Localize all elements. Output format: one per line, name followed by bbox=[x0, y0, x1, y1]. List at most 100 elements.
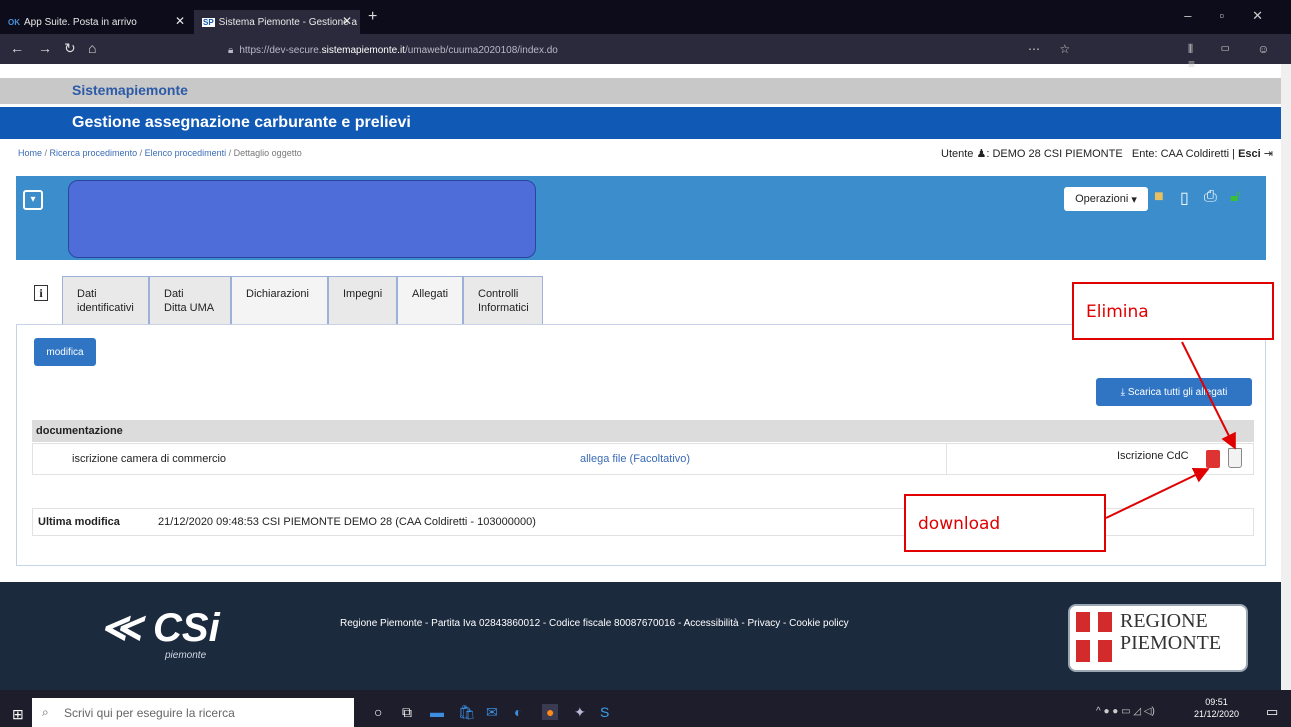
windows-start-icon[interactable]: ⊞ bbox=[12, 706, 24, 723]
doc-name: iscrizione camera di commercio bbox=[72, 453, 227, 465]
last-modified-label: Ultima modifica bbox=[38, 516, 120, 528]
document-icon[interactable]: ▯ bbox=[1180, 188, 1189, 208]
annotation-download: download bbox=[904, 494, 1106, 552]
user-label: Utente bbox=[941, 148, 974, 160]
clock-date: 21/12/2020 bbox=[1194, 709, 1240, 719]
download-all-label: Scarica tutti gli allegati bbox=[1127, 386, 1228, 398]
operations-dropdown[interactable]: Operazioni ▾ bbox=[1064, 187, 1148, 211]
tab-label: Dichiarazioni bbox=[246, 288, 309, 300]
last-modified-value: 21/12/2020 09:48:53 CSI PIEMONTE DEMO 28… bbox=[158, 516, 536, 528]
tab-label: Dati bbox=[164, 288, 184, 300]
regione-text: REGIONE PIEMONTE bbox=[1120, 610, 1221, 654]
mail-icon[interactable]: ✉ bbox=[486, 704, 498, 721]
modifica-button[interactable]: modifica bbox=[34, 338, 96, 366]
regione-flag-icon bbox=[1076, 612, 1112, 662]
lock-icon: 🔒︎ bbox=[228, 44, 234, 56]
print-icon[interactable]: ⎙ bbox=[1204, 188, 1217, 206]
system-tray-icons[interactable]: ^ ● ● ▭ ◿ ◁) bbox=[1096, 706, 1155, 717]
sp-favicon-icon: SP bbox=[202, 17, 215, 27]
firefox-icon[interactable]: ● bbox=[542, 704, 559, 720]
scrollbar[interactable] bbox=[1281, 64, 1291, 690]
back-icon[interactable]: ← bbox=[10, 40, 24, 56]
tab-dati-ditta-uma[interactable]: Dati Ditta UMA bbox=[149, 276, 231, 324]
edge-icon[interactable]: ◐ bbox=[514, 704, 522, 720]
clock-time: 09:51 bbox=[1205, 697, 1228, 707]
cortana-icon[interactable]: ○ bbox=[374, 704, 382, 720]
tab-label: Allegati bbox=[412, 288, 449, 300]
breadcrumb-ricerca[interactable]: Ricerca procedimento bbox=[50, 148, 138, 158]
url-domain: sistemapiemonte.it bbox=[321, 44, 405, 56]
new-tab-icon[interactable]: + bbox=[368, 8, 377, 26]
taskbar-clock[interactable]: 09:51 21/12/2020 bbox=[1194, 696, 1239, 720]
csi-logo: ≪ CSi bbox=[100, 605, 220, 651]
file-label: Iscrizione CdC bbox=[1117, 450, 1189, 462]
user-name: DEMO 28 CSI PIEMONTE bbox=[992, 148, 1123, 160]
brand-title[interactable]: Sistemapiemonte bbox=[72, 82, 188, 98]
notifications-icon[interactable]: ▭ bbox=[1266, 704, 1278, 720]
annotation-elimina: Elimina bbox=[1072, 282, 1274, 340]
regione-line2: PIEMONTE bbox=[1120, 632, 1222, 654]
pdf-icon[interactable] bbox=[1206, 450, 1220, 468]
breadcrumb: Home / Ricerca procedimento / Elenco pro… bbox=[18, 148, 302, 158]
window-controls[interactable]: –▫✕ bbox=[1184, 8, 1291, 24]
reload-icon[interactable]: ↻ bbox=[64, 40, 76, 57]
browser-tab-sistemapiemonte[interactable]: SP Sistema Piemonte - Gestione a ✕ bbox=[194, 10, 360, 34]
breadcrumb-home[interactable]: Home bbox=[18, 148, 42, 158]
app-icon[interactable]: ✦ bbox=[574, 704, 586, 721]
breadcrumb-current: Dettaglio oggetto bbox=[233, 148, 302, 158]
logout-link[interactable]: Esci bbox=[1238, 148, 1261, 160]
address-bar[interactable]: 🔒︎ https://dev-secure. sistemapiemonte.it… bbox=[228, 39, 798, 61]
tab-allegati[interactable]: Allegati bbox=[397, 276, 463, 324]
ente-label: Ente: bbox=[1131, 148, 1158, 160]
unlock-icon[interactable]: 🔓︎ bbox=[1230, 188, 1240, 206]
ente-name: CAA Coldiretti bbox=[1160, 148, 1230, 160]
close-icon[interactable]: ✕ bbox=[342, 14, 352, 28]
info-icon[interactable]: i bbox=[34, 285, 48, 301]
section-header: documentazione bbox=[32, 420, 1254, 442]
folder-icon[interactable]: ■ bbox=[1154, 188, 1164, 206]
browser-tab-mail[interactable]: OK App Suite. Posta in arrivo ✕ bbox=[0, 10, 193, 34]
url-path: /umaweb/cuuma2020108/index.do bbox=[404, 44, 558, 56]
home-icon[interactable]: ⌂ bbox=[88, 40, 96, 56]
mail-favicon-icon: OK bbox=[8, 17, 20, 27]
store-icon[interactable]: 🛍︎ bbox=[458, 704, 476, 721]
url-prefix: https://dev-secure. bbox=[239, 44, 322, 56]
tab-controlli-informatici[interactable]: Controlli Informatici bbox=[463, 276, 543, 324]
tab-dichiarazioni[interactable]: Dichiarazioni bbox=[231, 276, 328, 324]
page-actions-icon[interactable]: ⋯ ☆ bbox=[1028, 42, 1078, 56]
breadcrumb-elenco[interactable]: Elenco procedimenti bbox=[145, 148, 227, 158]
search-icon: ⌕ bbox=[42, 705, 49, 719]
trash-icon[interactable] bbox=[1228, 448, 1242, 468]
redacted-area bbox=[68, 180, 536, 258]
skype-icon[interactable]: S bbox=[600, 704, 609, 720]
download-icon: ⤓ bbox=[1120, 386, 1128, 398]
tab-label: Impegni bbox=[343, 288, 383, 300]
forward-icon[interactable]: → bbox=[38, 40, 52, 56]
tab-label: Controlli bbox=[478, 288, 519, 300]
user-info: Utente ♟: DEMO 28 CSI PIEMONTE Ente: CAA… bbox=[941, 148, 1273, 160]
divider bbox=[946, 443, 947, 475]
file-explorer-icon[interactable]: ▬ bbox=[430, 704, 444, 720]
tab-title: Sistema Piemonte - Gestione a bbox=[218, 16, 358, 28]
tab-impegni[interactable]: Impegni bbox=[328, 276, 397, 324]
tab-label: Ditta UMA bbox=[164, 302, 215, 314]
user-icon: ♟ bbox=[976, 148, 987, 160]
taskbar-search-input[interactable]: ⌕ Scrivi qui per eseguire la ricerca bbox=[32, 698, 354, 727]
tab-dati-identificativi[interactable]: Dati identificativi bbox=[62, 276, 149, 324]
toolbar-icons[interactable]: ⫴ ▭ ☺ ≡ bbox=[1188, 42, 1291, 71]
csi-arrow-icon: ≪ bbox=[100, 606, 142, 650]
footer-links[interactable]: Regione Piemonte - Partita Iva 028438600… bbox=[340, 618, 849, 629]
csi-subtitle: piemonte bbox=[165, 650, 207, 661]
regione-line1: REGIONE bbox=[1120, 610, 1208, 632]
download-all-button[interactable]: ⤓ Scarica tutti gli allegati bbox=[1096, 378, 1252, 406]
task-view-icon[interactable]: ⧉ bbox=[402, 704, 412, 721]
search-placeholder: Scrivi qui per eseguire la ricerca bbox=[64, 705, 235, 720]
operations-label: Operazioni bbox=[1075, 193, 1129, 205]
tab-label: Dati bbox=[77, 288, 97, 300]
close-icon[interactable]: ✕ bbox=[175, 14, 185, 28]
brand-bar bbox=[0, 78, 1281, 104]
logout-icon[interactable]: ⇥ bbox=[1264, 148, 1273, 160]
allega-file-link[interactable]: allega file (Facoltativo) bbox=[580, 453, 690, 465]
tab-label: Informatici bbox=[478, 302, 529, 314]
collapse-icon[interactable]: ▾ bbox=[23, 190, 43, 210]
